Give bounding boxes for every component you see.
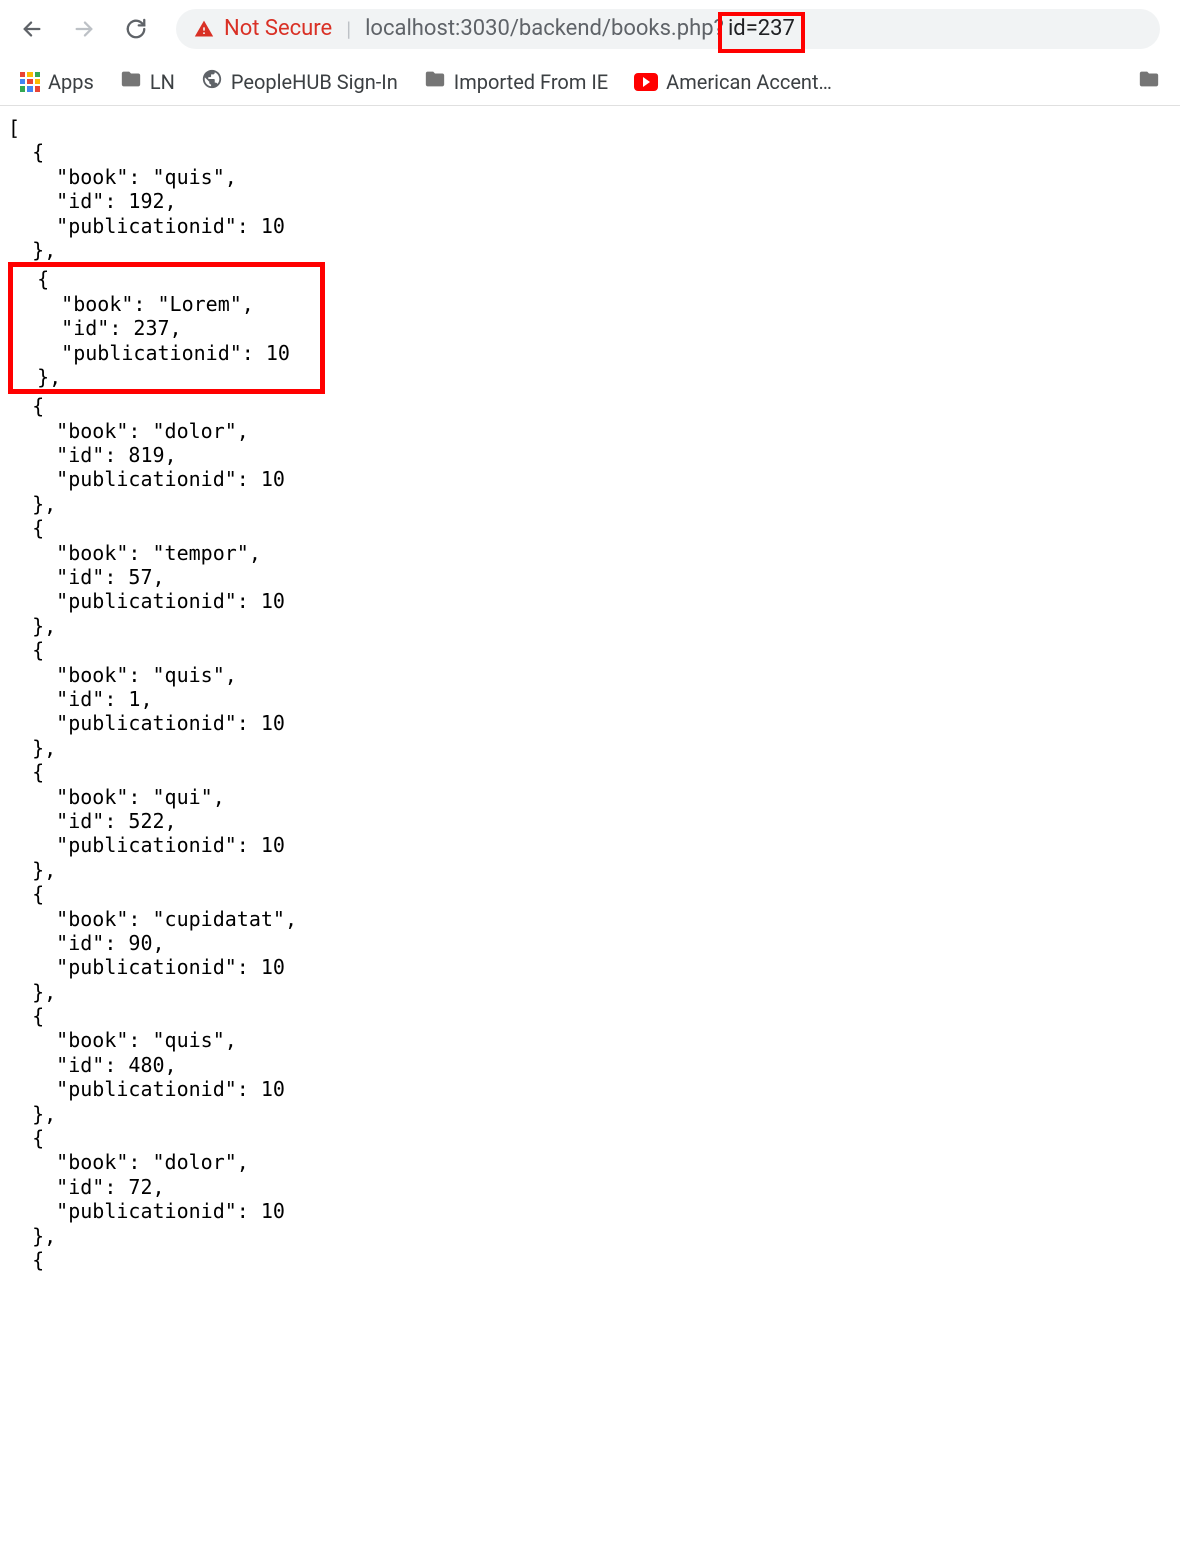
bookmark-label: Imported From IE: [454, 70, 608, 94]
url-query: id=237: [728, 16, 795, 41]
globe-icon: [201, 68, 223, 95]
folder-icon: [1138, 68, 1160, 95]
bookmark-overflow-folder[interactable]: [1138, 68, 1160, 95]
apps-icon: [20, 72, 40, 92]
browser-toolbar: Not Secure | localhost:3030/backend/book…: [0, 0, 1180, 58]
address-url: localhost:3030/backend/books.php?id=237: [365, 16, 805, 41]
bookmark-label: American Accent…: [666, 70, 832, 94]
json-output: [ { "book": "quis", "id": 192, "publicat…: [0, 106, 1180, 1282]
url-path: :3030/backend/books.php?: [455, 16, 724, 41]
bookmark-label: PeopleHUB Sign-In: [231, 70, 398, 94]
not-secure-label: Not Secure: [224, 16, 332, 41]
highlighted-json-entry: { "book": "Lorem", "id": 237, "publicati…: [8, 262, 325, 394]
apps-label: Apps: [48, 70, 94, 94]
youtube-icon: [634, 73, 658, 91]
bookmark-item-ln[interactable]: LN: [120, 68, 175, 95]
url-query-highlight: id=237: [718, 12, 805, 53]
bookmark-item-imported[interactable]: Imported From IE: [424, 68, 608, 95]
bookmarks-bar: Apps LN PeopleHUB Sign-In Imported From …: [0, 58, 1180, 106]
forward-button[interactable]: [72, 17, 96, 41]
warning-icon: [194, 19, 214, 39]
address-bar[interactable]: Not Secure | localhost:3030/backend/book…: [176, 9, 1160, 49]
url-host: localhost: [365, 16, 455, 41]
bookmark-item-peoplehub[interactable]: PeopleHUB Sign-In: [201, 68, 398, 95]
apps-button[interactable]: Apps: [20, 70, 94, 94]
security-warning: Not Secure: [194, 16, 332, 41]
folder-icon: [120, 68, 142, 95]
address-separator: |: [346, 17, 351, 41]
bookmark-label: LN: [150, 70, 175, 94]
back-button[interactable]: [20, 17, 44, 41]
reload-button[interactable]: [124, 17, 148, 41]
bookmark-item-american-accent[interactable]: American Accent…: [634, 70, 832, 94]
folder-icon: [424, 68, 446, 95]
